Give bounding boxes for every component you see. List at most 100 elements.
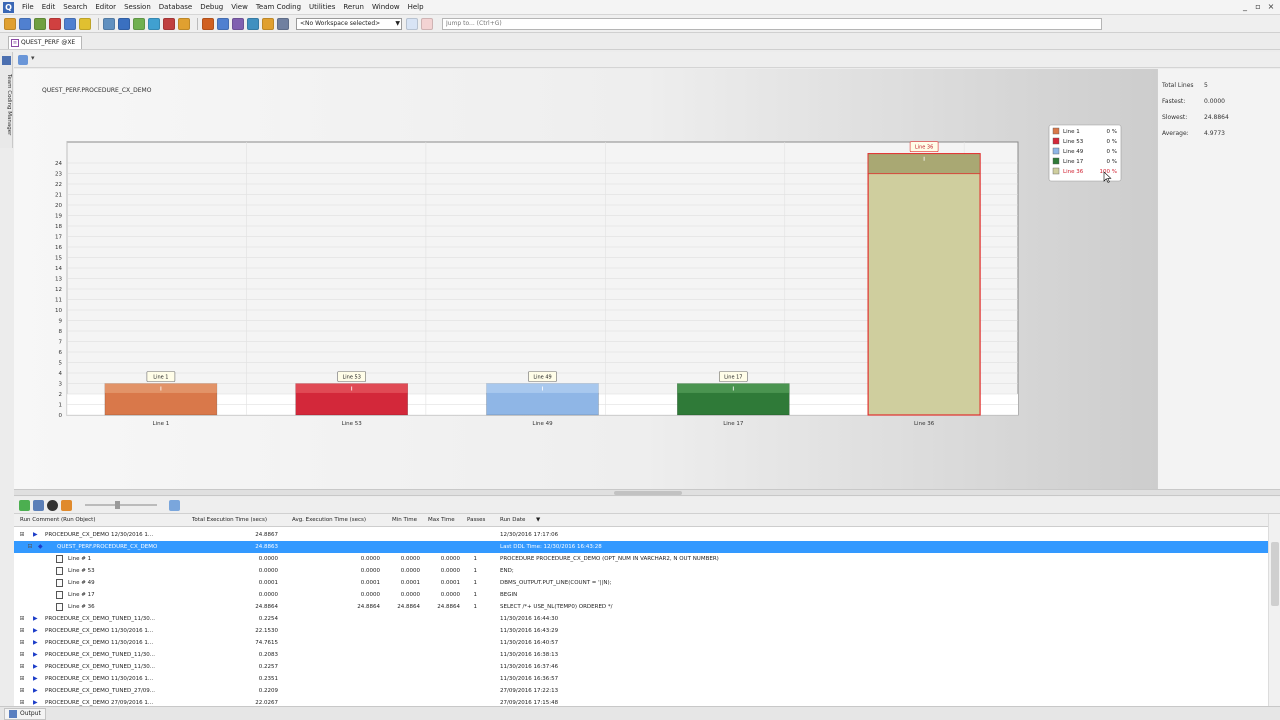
run-icon[interactable] [19,499,30,511]
toolbar-button-icon[interactable] [247,17,259,30]
toolbar-button-icon[interactable] [202,17,214,30]
team-coding-icon[interactable] [2,56,11,65]
chevron-down-icon[interactable]: ▾ [31,54,35,62]
line-row[interactable]: Line # 53 0.0000 0.0000 0.0000 0.0000 1 END; [14,565,1268,577]
toolbar-button-icon[interactable] [4,17,16,30]
line-row[interactable]: Line # 17 0.0000 0.0000 0.0000 0.0000 1 BEGIN [14,589,1268,601]
workspace-add-icon[interactable] [406,17,418,30]
toolbar-button-icon[interactable] [217,17,229,30]
zoom-slider-thumb[interactable] [115,501,120,509]
expand-icon[interactable]: ⊞ [18,699,26,706]
expand-icon[interactable]: ⊞ [18,687,26,695]
run-row[interactable]: ⊞ ▶ PROCEDURE_CX_DEMO 11/30/2016 1... 0.235… [14,673,1268,685]
tab-quest-perf[interactable]: ≡ QUEST_PERF @XE [8,36,83,49]
run-row[interactable]: ⊞ ▶ PROCEDURE_CX_DEMO 12/30/2016 1... 24.88… [14,529,1268,541]
workspace-select[interactable]: <No Workspace selected> ▼ [296,17,402,30]
toolbar-button-icon[interactable] [34,17,46,30]
run-row[interactable]: ⊞ ▶ PROCEDURE_CX_DEMO_TUNED_27/09... 0.2209… [14,685,1268,697]
splitter-grip[interactable] [614,491,682,495]
chart-icon[interactable] [61,499,72,511]
object-row[interactable]: ⊟ ◆ QUEST_PERF.PROCEDURE_CX_DEMO 24.8863 Las… [14,541,1268,553]
column-header[interactable]: Passes [467,514,497,527]
menu-utilities[interactable]: Utilities [305,3,339,11]
toolbar-button-icon[interactable] [49,17,61,30]
run-row[interactable]: ⊞ ▶ PROCEDURE_CX_DEMO_TUNED_11/30... 0.2083… [14,649,1268,661]
scrollbar-thumb[interactable] [1271,542,1279,606]
toolbar-button-icon[interactable] [148,17,160,30]
workspace-remove-icon[interactable] [421,17,433,30]
close-icon[interactable]: × [1266,1,1276,12]
refresh-icon[interactable] [169,499,180,511]
menu-file[interactable]: File [18,3,38,11]
menu-session[interactable]: Session [120,3,155,11]
y-tick-label: 14 [55,266,62,272]
toolbar-button-icon[interactable] [163,17,175,30]
expand-icon[interactable]: ⊞ [18,627,26,635]
line-row[interactable]: Line # 36 24.8864 24.8864 24.8864 24.8864 1 SE… [14,601,1268,613]
jump-to-input[interactable] [442,17,1102,30]
min-time-cell: 0.0000 [400,556,420,562]
grid-scrollbar[interactable] [1268,514,1280,706]
toolbar-button-icon[interactable] [118,17,130,30]
max-time-cell: 0.0001 [440,580,460,586]
run-row[interactable]: ⊞ ▶ PROCEDURE_CX_DEMO 27/09/2016 1... 22.02… [14,697,1268,706]
collapse-icon[interactable]: ⊟ [26,543,34,551]
column-header[interactable]: Max Time [428,514,466,527]
run-row[interactable]: ⊞ ▶ PROCEDURE_CX_DEMO_TUNED_11/30... 0.2254… [14,613,1268,625]
menu-editor[interactable]: Editor [91,3,120,11]
view-icon[interactable] [47,499,58,511]
column-header[interactable]: Min Time [392,514,426,527]
y-tick-label: 1 [59,403,63,409]
menu-rerun[interactable]: Rerun [339,3,368,11]
run-row[interactable]: ⊞ ▶ PROCEDURE_CX_DEMO 11/30/2016 1... 22.15… [14,625,1268,637]
side-strip-label[interactable]: Team Coding Manager [1,74,12,144]
max-time-cell [428,613,460,625]
minimize-icon[interactable]: _ [1240,1,1250,12]
line-row[interactable]: Line # 1 0.0000 0.0000 0.0000 0.0000 1 PROCEDU… [14,553,1268,565]
toolbar-button-icon[interactable] [262,17,274,30]
total-time-cell: 0.0001 [258,580,278,586]
zoom-slider[interactable] [85,501,157,509]
toolbar-button-icon[interactable] [79,17,91,30]
toolbar-button-icon[interactable] [103,17,115,30]
column-header[interactable]: Total Execution Time (secs) [192,514,292,527]
compare-icon[interactable] [33,499,44,511]
passes-cell [467,613,477,625]
line-row[interactable]: Line # 49 0.0001 0.0001 0.0001 0.0001 1 DBMS_O… [14,577,1268,589]
menu-database[interactable]: Database [155,3,196,11]
max-time-cell [428,529,460,541]
toolbar-button-icon[interactable] [64,17,76,30]
expand-icon[interactable]: ⊞ [18,639,26,647]
column-header[interactable]: Run Comment (Run Object) [20,514,180,527]
total-time-cell: 22.0267 [255,700,278,706]
expand-icon[interactable]: ⊞ [18,675,26,683]
menu-help[interactable]: Help [404,3,428,11]
column-header[interactable]: Avg. Execution Time (secs) [292,514,387,527]
profiler-icon[interactable] [18,55,28,65]
toolbar-button-icon[interactable] [277,17,289,30]
menu-team-coding[interactable]: Team Coding [252,3,305,11]
menu-view[interactable]: View [227,3,252,11]
output-tab[interactable]: Output [4,708,46,720]
toolbar-button-icon[interactable] [19,17,31,30]
expand-icon[interactable]: ⊞ [18,651,26,659]
toolbar-button-icon[interactable] [178,17,190,30]
menu-debug[interactable]: Debug [196,3,227,11]
expand-icon[interactable]: ⊞ [18,531,26,539]
stats-panel: Total Lines 5 Fastest: 0.0000 Slowest: 24.886… [1157,69,1280,489]
panel-splitter[interactable] [14,489,1280,496]
expand-icon[interactable]: ⊞ [18,615,26,623]
x-tick-label: Line 53 [342,421,363,427]
restore-icon[interactable]: ▫ [1253,1,1263,12]
run-row[interactable]: ⊞ ▶ PROCEDURE_CX_DEMO_TUNED_11/30... 0.2257… [14,661,1268,673]
toolbar-buttons [4,17,292,30]
toolbar-button-icon[interactable] [232,17,244,30]
toolbar-button-icon[interactable] [133,17,145,30]
menu-search[interactable]: Search [59,3,91,11]
run-date-cell: END; [500,568,514,574]
menu-window[interactable]: Window [368,3,404,11]
legend-label: Line 17 [1063,159,1084,165]
run-row[interactable]: ⊞ ▶ PROCEDURE_CX_DEMO 11/30/2016 1... 74.76… [14,637,1268,649]
expand-icon[interactable]: ⊞ [18,663,26,671]
menu-edit[interactable]: Edit [38,3,60,11]
